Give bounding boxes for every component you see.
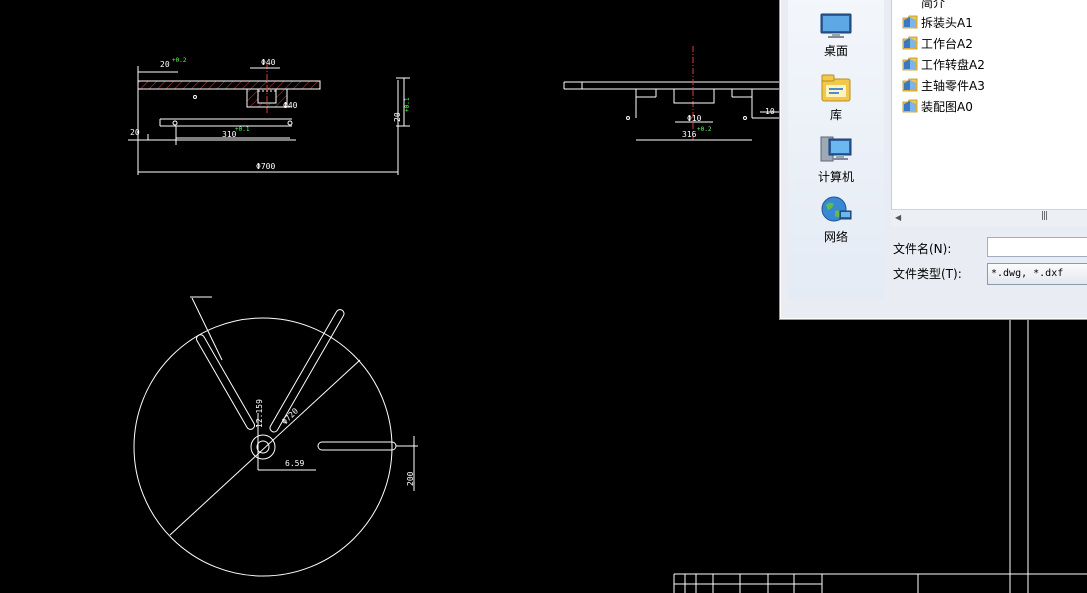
- svg-text:12.159: 12.159: [255, 399, 264, 428]
- svg-text:+0.2: +0.2: [172, 57, 187, 64]
- place-label-computer: 计算机: [817, 170, 854, 184]
- file-list[interactable]: 简介 拆装头A1 工作台A2 工作转盘A2 主轴零件A3 装配图A0: [891, 0, 1087, 225]
- svg-text:200: 200: [406, 471, 415, 486]
- file-item-label: 装配图A0: [921, 99, 973, 114]
- filetype-select[interactable]: *.dwg, *.dxf: [987, 263, 1087, 285]
- file-item[interactable]: 主轴零件A3: [902, 76, 985, 94]
- side-view: [563, 46, 780, 141]
- svg-text:10: 10: [765, 107, 775, 116]
- file-item-label: 主轴零件A3: [921, 78, 985, 93]
- svg-text:+0.1: +0.1: [235, 126, 250, 133]
- open-file-dialog: 桌面 库 计算机 网络 简介 拆装头A1 工作台A2 工作转盘A2 主轴零件A3…: [779, 0, 1087, 320]
- folder-icon: [902, 99, 918, 113]
- place-label-library: 库: [829, 108, 842, 122]
- filename-label: 文件名(N):: [893, 242, 952, 256]
- library-icon: [821, 74, 851, 102]
- section-view-dimensions: 20 +0.2 Φ40 Φ40 20 +0.1 20 310 +0.1 Φ700: [130, 57, 411, 171]
- file-item[interactable]: 装配图A0: [902, 97, 973, 115]
- svg-text:Φ700: Φ700: [256, 162, 275, 171]
- svg-text:Φ40: Φ40: [261, 58, 276, 67]
- folder-icon: [902, 57, 918, 71]
- folder-icon: [902, 78, 918, 92]
- filetype-label: 文件类型(T):: [893, 267, 962, 281]
- svg-text:6.59: 6.59: [285, 459, 304, 468]
- file-item-label: 工作转盘A2: [921, 57, 985, 72]
- computer-icon: [820, 136, 852, 162]
- network-icon: [821, 196, 852, 222]
- place-library[interactable]: 库: [788, 73, 884, 123]
- folder-icon: [902, 15, 918, 29]
- plan-view: [133, 296, 418, 577]
- desktop-icon: [820, 13, 852, 38]
- file-item-label: 拆装头A1: [921, 15, 973, 30]
- folder-icon: [902, 36, 918, 50]
- file-item[interactable]: 工作转盘A2: [902, 55, 985, 73]
- section-view: [128, 63, 410, 175]
- file-item[interactable]: 拆装头A1: [902, 13, 973, 31]
- svg-text:20: 20: [393, 112, 402, 122]
- svg-text:316: 316: [682, 130, 697, 139]
- svg-text:Φ720: Φ720: [280, 406, 300, 426]
- svg-text:Φ40: Φ40: [283, 101, 298, 110]
- folder-icon: [902, 0, 918, 9]
- svg-text:+0.2: +0.2: [697, 126, 712, 133]
- file-item[interactable]: 工作台A2: [902, 34, 973, 52]
- filename-input[interactable]: [987, 237, 1087, 257]
- place-computer[interactable]: 计算机: [788, 135, 884, 185]
- horizontal-scrollbar[interactable]: ◀ |||: [891, 209, 1087, 226]
- svg-text:20: 20: [160, 60, 170, 69]
- scroll-left-icon[interactable]: ◀: [895, 213, 901, 222]
- svg-text:Φ10: Φ10: [687, 114, 702, 123]
- place-desktop[interactable]: 桌面: [788, 13, 884, 59]
- title-block: [673, 318, 1087, 593]
- file-item[interactable]: 简介: [902, 0, 945, 11]
- svg-text:20: 20: [130, 128, 140, 137]
- place-network[interactable]: 网络: [788, 195, 884, 245]
- svg-text:+0.1: +0.1: [404, 97, 411, 112]
- place-label-desktop: 桌面: [823, 44, 848, 58]
- file-item-label: 工作台A2: [921, 36, 973, 51]
- file-item-label: 简介: [921, 0, 946, 10]
- place-label-network: 网络: [823, 230, 848, 244]
- scroll-grip-icon[interactable]: |||: [1041, 211, 1048, 221]
- places-bar: 桌面 库 计算机 网络: [788, 0, 884, 299]
